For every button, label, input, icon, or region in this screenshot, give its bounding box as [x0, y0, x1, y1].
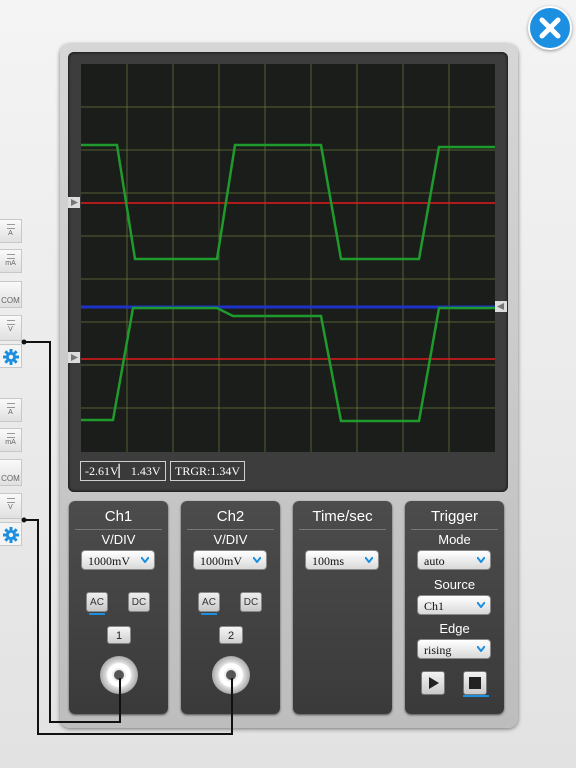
gear-icon — [3, 349, 19, 365]
probe1-jack-v[interactable]: V — [0, 315, 22, 341]
probe1-settings-button[interactable] — [0, 344, 22, 368]
trigger-source-value: Ch1 — [424, 599, 445, 613]
timebase-value: 100ms — [312, 554, 345, 568]
stop-icon — [469, 677, 481, 689]
scope-screen — [81, 64, 495, 452]
ch2-vdiv-select[interactable]: 1000mV — [193, 550, 267, 570]
trigger-edge-label: Edge — [439, 621, 470, 636]
chevron-down-icon — [141, 557, 149, 563]
probe2-jack-ma[interactable]: mA — [0, 428, 22, 452]
ch1-trace — [81, 143, 495, 261]
ch1-panel: Ch1 V/DIV 1000mV AC DC 1 — [69, 501, 168, 714]
ch2-bnc-connector — [212, 656, 250, 694]
ch2-vdiv-value: 1000mV — [200, 554, 242, 568]
probe1-jack-com[interactable]: COM — [0, 281, 22, 308]
trigger-mode-label: Mode — [438, 532, 471, 547]
trigger-title: Trigger — [411, 508, 498, 530]
ch1-title: Ch1 — [75, 508, 162, 530]
ch2-ac-button[interactable]: AC — [198, 592, 220, 615]
probe2-jack-com[interactable]: COM — [0, 459, 22, 486]
chevron-down-icon — [477, 557, 485, 563]
scope-plot — [81, 64, 495, 452]
ch2-vdiv-label: V/DIV — [213, 532, 248, 547]
ch1-ac-button[interactable]: AC — [86, 592, 108, 615]
probe2-jack-a[interactable]: A — [0, 398, 22, 422]
trigger-source-select[interactable]: Ch1 — [417, 595, 491, 615]
stop-active-indicator — [463, 695, 489, 697]
gear-icon — [3, 527, 19, 543]
ch1-number-badge: 1 — [107, 626, 131, 644]
close-icon — [539, 17, 561, 39]
play-icon — [429, 677, 439, 689]
ch2-title: Ch2 — [187, 508, 274, 530]
ch2-panel: Ch2 V/DIV 1000mV AC DC 2 — [181, 501, 280, 714]
ch2-number-badge: 2 — [219, 626, 243, 644]
probe2-settings-button[interactable] — [0, 522, 22, 546]
probe1-jack-ma[interactable]: mA — [0, 249, 22, 273]
trigger-edge-select[interactable]: rising — [417, 639, 491, 659]
trigger-mode-value: auto — [424, 554, 445, 568]
ch1-bnc-connector — [100, 656, 138, 694]
chevron-down-icon — [477, 602, 485, 608]
chevron-down-icon — [365, 557, 373, 563]
probe1-jack-a[interactable]: A — [0, 219, 22, 243]
ch1-vdiv-value: 1000mV — [88, 554, 130, 568]
probe2-jack-v[interactable]: V — [0, 493, 22, 519]
trigger-edge-value: rising — [424, 643, 452, 657]
trigger-source-label: Source — [433, 577, 476, 592]
trigger-panel: Trigger Mode auto Source Ch1 Edge rising — [405, 501, 504, 714]
voltage-range-readout: -2.61V▏ 1.43V — [80, 461, 166, 481]
ch1-dc-button[interactable]: DC — [128, 592, 150, 612]
chevron-down-icon — [477, 646, 485, 652]
run-button[interactable] — [421, 671, 445, 695]
ch1-vdiv-select[interactable]: 1000mV — [81, 550, 155, 570]
stop-button[interactable] — [463, 671, 487, 695]
timebase-panel: Time/sec 100ms — [293, 501, 392, 714]
trigger-mode-select[interactable]: auto — [417, 550, 491, 570]
timebase-title: Time/sec — [299, 508, 386, 530]
trigger-level-readout: TRGR:1.34V — [170, 461, 246, 481]
chevron-down-icon — [253, 557, 261, 563]
ch2-dc-button[interactable]: DC — [240, 592, 262, 612]
close-button[interactable] — [528, 6, 572, 50]
ch1-vdiv-label: V/DIV — [101, 532, 136, 547]
timebase-select[interactable]: 100ms — [305, 550, 379, 570]
